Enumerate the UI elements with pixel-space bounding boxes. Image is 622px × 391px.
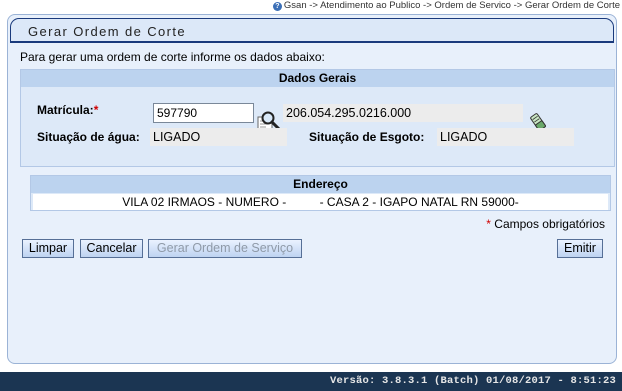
situacao-agua-label: Situação de água:: [37, 130, 140, 144]
endereco-heading: Endereço: [31, 176, 610, 193]
limpar-button[interactable]: Limpar: [22, 239, 74, 258]
page-title: Gerar Ordem de Corte: [28, 24, 187, 39]
endereco-text: VILA 02 IRMAOS - NUMERO - - CASA 2 - IGA…: [122, 195, 519, 209]
situacao-esgoto-label: Situação de Esgoto:: [309, 130, 425, 144]
situacao-agua-value: LIGADO: [150, 128, 287, 146]
inscricao-display: 206.054.295.0216.000: [283, 104, 523, 122]
endereco-section: Endereço VILA 02 IRMAOS - NUMERO - - CAS…: [30, 175, 611, 211]
dados-gerais-heading: Dados Gerais: [21, 70, 614, 87]
help-icon[interactable]: ?: [272, 2, 282, 11]
version-footer: Versão: 3.8.3.1 (Batch) 01/08/2017 - 8:5…: [0, 372, 622, 391]
endereco-value: VILA 02 IRMAOS - NUMERO - - CASA 2 - IGA…: [33, 194, 608, 210]
situacao-esgoto-value: LIGADO: [437, 128, 574, 146]
matricula-label: Matrícula:*: [37, 103, 98, 117]
gerar-ordem-button[interactable]: Gerar Ordem de Serviço: [148, 239, 302, 258]
cancelar-button[interactable]: Cancelar: [80, 239, 143, 258]
emitir-button[interactable]: Emitir: [557, 239, 603, 258]
main-panel: Gerar Ordem de Corte Para gerar uma orde…: [7, 14, 617, 364]
required-mark: *: [93, 103, 99, 117]
intro-text: Para gerar uma ordem de corte informe os…: [20, 50, 325, 64]
required-note-mark: *: [486, 217, 491, 231]
dados-gerais-section: Dados Gerais Matrícula:* 597790 206.054.…: [20, 69, 615, 167]
breadcrumb: ? Gsan -> Atendimento ao Publico -> Ordem…: [272, 0, 620, 12]
matricula-label-text: Matrícula:: [37, 103, 94, 117]
required-note-text: Campos obrigatórios: [494, 217, 605, 231]
required-note: * Campos obrigatórios: [486, 217, 605, 231]
matricula-input[interactable]: 597790: [153, 103, 254, 123]
page-title-bar: Gerar Ordem de Corte: [10, 18, 614, 43]
breadcrumb-text: Gsan -> Atendimento ao Publico -> Ordem …: [283, 0, 620, 11]
